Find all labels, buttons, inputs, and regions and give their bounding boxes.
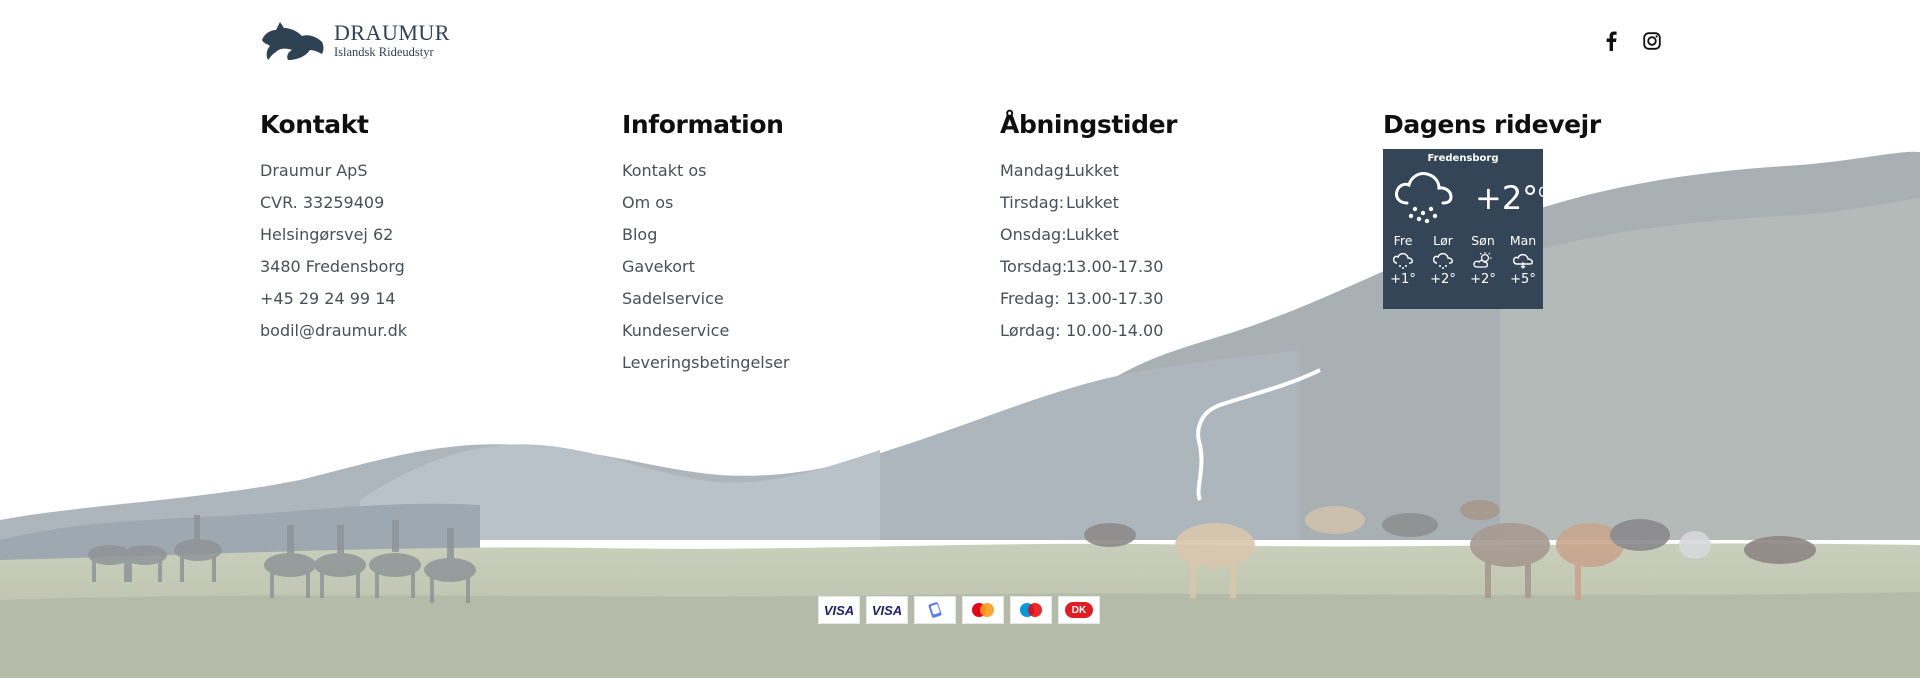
- contact-phone-link[interactable]: +45 29 24 99 14: [260, 283, 407, 315]
- partly-sunny-icon: [1472, 252, 1494, 270]
- brand-subtitle: Islandsk Rideudstyr: [334, 44, 434, 59]
- hours-value: 13.00-17.30: [1066, 289, 1164, 308]
- opening-hours-section: Åbningstider Mandag: Lukket Tirsdag: Lukke…: [1000, 110, 1177, 347]
- horse-logo-icon: [258, 14, 328, 67]
- link-gavekort[interactable]: Gavekort: [622, 257, 695, 276]
- hours-day: Fredag:: [1000, 289, 1060, 308]
- hours-row: Lørdag: 10.00-14.00: [1000, 315, 1177, 347]
- link-blog[interactable]: Blog: [622, 225, 657, 244]
- cloud-icon: [1512, 252, 1534, 270]
- forecast-temp: +5°: [1510, 272, 1536, 287]
- rain-cloud-icon: [1392, 252, 1414, 270]
- hours-day: Lørdag:: [1000, 321, 1061, 340]
- hours-row: Tirsdag: Lukket: [1000, 187, 1177, 219]
- forecast-day-name: Man: [1509, 233, 1537, 248]
- instagram-icon: [1643, 32, 1661, 50]
- forecast-temp: +2°: [1430, 272, 1456, 287]
- information-section: Information Kontakt os Om os Blog Gaveko…: [622, 110, 790, 379]
- hours-row: Torsdag: 13.00-17.30: [1000, 251, 1177, 283]
- hours-row: Mandag: Lukket: [1000, 155, 1177, 187]
- hours-value: 10.00-14.00: [1066, 321, 1164, 340]
- forecast-day-name: Søn: [1471, 233, 1495, 248]
- hours-value: 13.00-17.30: [1066, 257, 1164, 276]
- weather-section: Dagens ridevejr Fredensborg +2°C Fre +1°: [1383, 110, 1601, 309]
- forecast-day: Fre +1°: [1383, 233, 1423, 287]
- forecast-day-name: Lør: [1433, 233, 1453, 248]
- payment-methods: VISA VISA DK: [818, 596, 1100, 624]
- opening-hours-heading: Åbningstider: [1000, 110, 1178, 139]
- forecast-day: Søn +2°: [1463, 233, 1503, 287]
- facebook-link[interactable]: [1600, 30, 1622, 52]
- hours-row: Onsdag: Lukket: [1000, 219, 1177, 251]
- facebook-icon: [1606, 31, 1617, 51]
- hours-day: Tirsdag:: [1000, 193, 1065, 212]
- brand-name: DRAUMUR: [334, 19, 450, 45]
- hours-day: Mandag:: [1000, 161, 1070, 180]
- contact-section: Kontakt Draumur ApS CVR. 33259409 Helsin…: [260, 110, 407, 347]
- forecast-temp: +1°: [1390, 272, 1416, 287]
- link-leveringsbetingelser[interactable]: Leveringsbetingelser: [622, 353, 790, 372]
- hours-value: Lukket: [1066, 193, 1119, 212]
- contact-city: 3480 Fredensborg: [260, 257, 405, 276]
- instagram-link[interactable]: [1641, 30, 1663, 52]
- link-om-os[interactable]: Om os: [622, 193, 673, 212]
- weather-city: Fredensborg: [1427, 153, 1499, 164]
- mastercard-icon: [962, 596, 1004, 624]
- forecast-day: Man +5°: [1503, 233, 1543, 287]
- rain-cloud-icon: [1393, 169, 1455, 229]
- visa-icon: VISA: [818, 596, 860, 624]
- brand-logo[interactable]: DRAUMUR Islandsk Rideudstyr: [258, 14, 449, 67]
- visa-electron-icon: VISA: [866, 596, 908, 624]
- mobilepay-icon: [914, 596, 956, 624]
- link-kundeservice[interactable]: Kundeservice: [622, 321, 729, 340]
- weather-heading: Dagens ridevejr: [1383, 110, 1601, 139]
- forecast-day-name: Fre: [1393, 233, 1413, 248]
- contact-street: Helsingørsvej 62: [260, 225, 394, 244]
- hours-value: Lukket: [1066, 161, 1119, 180]
- hours-value: Lukket: [1066, 225, 1119, 244]
- contact-cvr: CVR. 33259409: [260, 193, 385, 212]
- hours-row: Fredag: 13.00-17.30: [1000, 283, 1177, 315]
- link-kontakt-os[interactable]: Kontakt os: [622, 161, 706, 180]
- rain-cloud-icon: [1432, 252, 1454, 270]
- contact-heading: Kontakt: [260, 110, 369, 139]
- weather-current-temp: +2°C: [1475, 179, 1548, 217]
- hours-day: Torsdag:: [1000, 257, 1068, 276]
- hours-day: Onsdag:: [1000, 225, 1067, 244]
- link-sadelservice[interactable]: Sadelservice: [622, 289, 724, 308]
- maestro-icon: [1010, 596, 1052, 624]
- weather-widget[interactable]: Fredensborg +2°C Fre +1° Lør +2° Søn +2°…: [1383, 149, 1548, 309]
- footer: DRAUMUR Islandsk Rideudstyr Kontakt Drau…: [0, 0, 1920, 678]
- contact-company: Draumur ApS: [260, 161, 368, 180]
- dankort-icon: DK: [1058, 596, 1100, 624]
- weather-forecast: Fre +1° Lør +2° Søn +2° Man +5°: [1383, 233, 1543, 287]
- weather-unit: C: [1538, 185, 1548, 201]
- forecast-day: Lør +2°: [1423, 233, 1463, 287]
- information-heading: Information: [622, 110, 784, 139]
- contact-email-link[interactable]: bodil@draumur.dk: [260, 315, 407, 347]
- forecast-temp: +2°: [1470, 272, 1496, 287]
